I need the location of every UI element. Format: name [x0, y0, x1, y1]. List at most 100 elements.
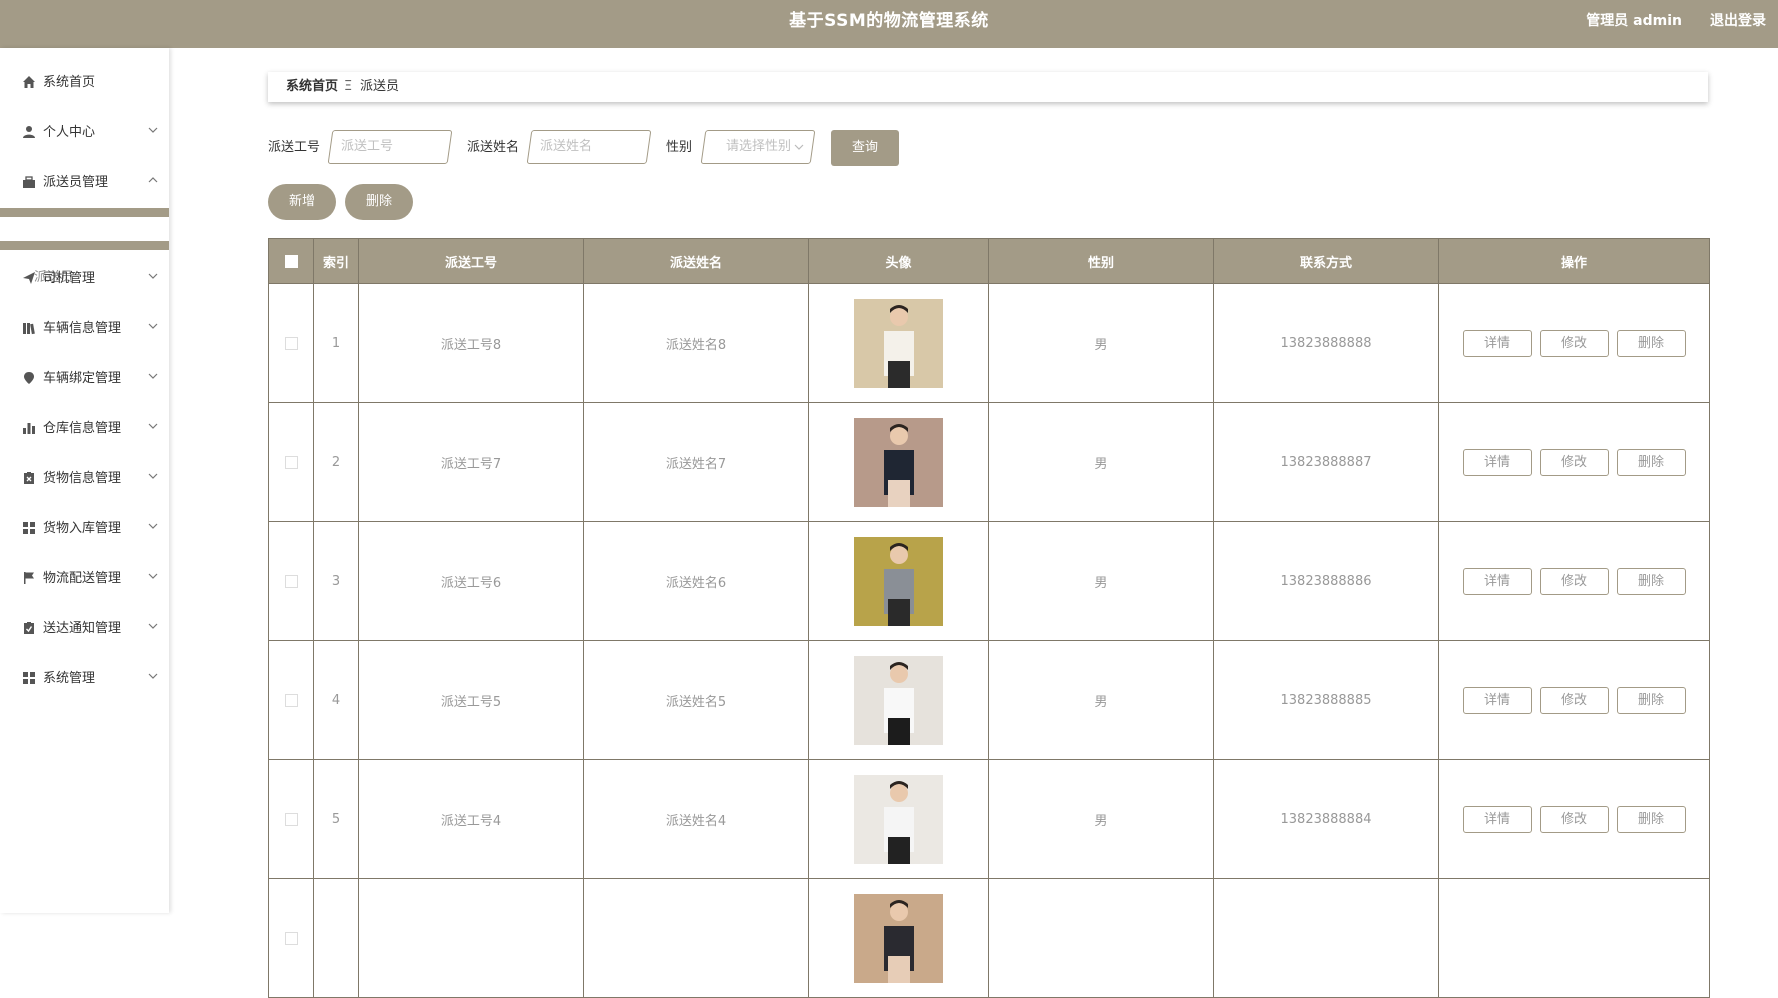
sidebar-item-home[interactable]: 系统首页 [0, 58, 169, 108]
map-pin-icon [24, 372, 34, 384]
row-index: 4 [313, 640, 359, 760]
edit-button[interactable]: 修改 [1539, 448, 1609, 476]
column-header: 派送姓名 [583, 238, 809, 284]
user-icon [23, 126, 35, 138]
sidebar-item-goods-inbound[interactable]: 货物入库管理 [0, 504, 169, 554]
detail-button[interactable]: 详情 [1462, 805, 1532, 833]
table-row: 5 派送工号4 派送姓名4 男 13823888884 详情 修改 删除 [268, 759, 1710, 879]
sidebar-item-personal-center[interactable]: 个人中心 [0, 108, 169, 158]
row-worker-name: 派送姓名5 [583, 640, 809, 760]
edit-button[interactable]: 修改 [1539, 686, 1609, 714]
row-gender: 男 [988, 283, 1214, 403]
row-avatar-cell [808, 640, 989, 760]
delete-button[interactable]: 删除 [1616, 329, 1686, 357]
row-select-cell[interactable] [268, 283, 314, 403]
sidebar-item-driver-management[interactable]: 司机管理 [0, 254, 169, 304]
row-select-cell[interactable] [268, 640, 314, 760]
query-button[interactable]: 查询 [831, 130, 899, 166]
worker-id-input[interactable]: 派送工号 [327, 130, 453, 164]
row-avatar-cell [808, 521, 989, 641]
detail-button[interactable]: 详情 [1462, 686, 1532, 714]
table-header-row: 索引 派送工号 派送姓名 头像 性别 联系方式 操作 [268, 238, 1710, 284]
row-checkbox[interactable] [284, 336, 298, 350]
row-phone: 13823888885 [1213, 640, 1439, 760]
logout-link[interactable]: 退出登录 [1710, 0, 1766, 42]
header-select-all[interactable] [268, 238, 314, 284]
sidebar-item-vehicle-info[interactable]: 车辆信息管理 [0, 304, 169, 354]
row-select-cell[interactable] [268, 878, 314, 998]
row-worker-name: 派送姓名7 [583, 402, 809, 522]
clipboard-check-icon [24, 622, 34, 634]
row-select-cell[interactable] [268, 521, 314, 641]
chevron-down-icon [148, 273, 158, 279]
sidebar-item-system-management[interactable]: 系统管理 [0, 654, 169, 704]
worker-id-label: 派送工号 [268, 140, 321, 155]
column-header: 性别 [988, 238, 1214, 284]
delete-button[interactable]: 删除 [1616, 448, 1686, 476]
gender-select[interactable]: 请选择性别 [700, 130, 816, 164]
row-gender: 男 [988, 521, 1214, 641]
table-row: 2 派送工号7 派送姓名7 男 13823888887 详情 修改 删除 [268, 402, 1710, 522]
breadcrumb-current: 派送员 [360, 79, 400, 94]
row-worker-id [358, 878, 584, 998]
chevron-down-icon [148, 423, 158, 429]
avatar-photo [854, 655, 943, 745]
row-phone: 13823888888 [1213, 283, 1439, 403]
row-phone: 13823888884 [1213, 759, 1439, 879]
row-actions: 详情 修改 删除 [1438, 640, 1710, 760]
delete-button[interactable]: 删除 [1616, 805, 1686, 833]
flag-icon [24, 572, 34, 584]
row-phone: 13823888887 [1213, 402, 1439, 522]
column-header: 操作 [1438, 238, 1710, 284]
row-worker-name [583, 878, 809, 998]
row-avatar-cell [808, 878, 989, 998]
row-gender [988, 878, 1214, 998]
row-checkbox[interactable] [284, 455, 298, 469]
row-worker-id: 派送工号7 [358, 402, 584, 522]
sidebar-item-label: 车辆绑定管理 [43, 371, 122, 386]
row-gender: 男 [988, 759, 1214, 879]
delete-button[interactable]: 删除 [1616, 686, 1686, 714]
sidebar-item-logistics-delivery[interactable]: 物流配送管理 [0, 554, 169, 604]
sidebar-item-delivery-notice[interactable]: 送达通知管理 [0, 604, 169, 654]
sidebar-item-label: 车辆信息管理 [43, 321, 122, 336]
row-worker-id: 派送工号6 [358, 521, 584, 641]
row-checkbox[interactable] [284, 812, 298, 826]
row-index: 2 [313, 402, 359, 522]
chevron-down-icon [148, 523, 158, 529]
detail-button[interactable]: 详情 [1462, 567, 1532, 595]
edit-button[interactable]: 修改 [1539, 805, 1609, 833]
current-user-label: 管理员 admin [1586, 13, 1682, 29]
row-actions: 详情 修改 删除 [1438, 759, 1710, 879]
select-all-checkbox[interactable] [284, 254, 298, 268]
sidebar-item-label: 仓库信息管理 [43, 421, 122, 436]
top-header: 基于SSM的物流管理系统 管理员 admin 退出登录 [0, 0, 1778, 48]
add-button[interactable]: 新增 [268, 184, 336, 220]
sidebar-item-goods-info[interactable]: 货物信息管理 [0, 454, 169, 504]
sidebar-item-label: 送达通知管理 [43, 621, 122, 636]
edit-button[interactable]: 修改 [1539, 329, 1609, 357]
row-select-cell[interactable] [268, 759, 314, 879]
sidebar-item-warehouse-info[interactable]: 仓库信息管理 [0, 404, 169, 454]
delete-button[interactable]: 删除 [1616, 567, 1686, 595]
row-index [313, 878, 359, 998]
row-checkbox[interactable] [284, 693, 298, 707]
book-icon [23, 323, 35, 335]
sidebar-item-courier-management[interactable]: 派送员管理 [0, 158, 169, 208]
worker-name-input[interactable]: 派送姓名 [526, 130, 652, 164]
column-header: 联系方式 [1213, 238, 1439, 284]
batch-delete-button[interactable]: 删除 [345, 184, 413, 220]
table-row: 4 派送工号5 派送姓名5 男 13823888885 详情 修改 删除 [268, 640, 1710, 760]
edit-button[interactable]: 修改 [1539, 567, 1609, 595]
row-checkbox[interactable] [284, 574, 298, 588]
row-checkbox[interactable] [284, 931, 298, 945]
row-actions [1438, 878, 1710, 998]
row-select-cell[interactable] [268, 402, 314, 522]
detail-button[interactable]: 详情 [1462, 329, 1532, 357]
breadcrumb-home[interactable]: 系统首页 [286, 72, 338, 102]
avatar-photo [854, 893, 943, 983]
chevron-down-icon [794, 144, 804, 150]
detail-button[interactable]: 详情 [1462, 448, 1532, 476]
avatar-photo [854, 298, 943, 388]
sidebar-item-vehicle-binding[interactable]: 车辆绑定管理 [0, 354, 169, 404]
